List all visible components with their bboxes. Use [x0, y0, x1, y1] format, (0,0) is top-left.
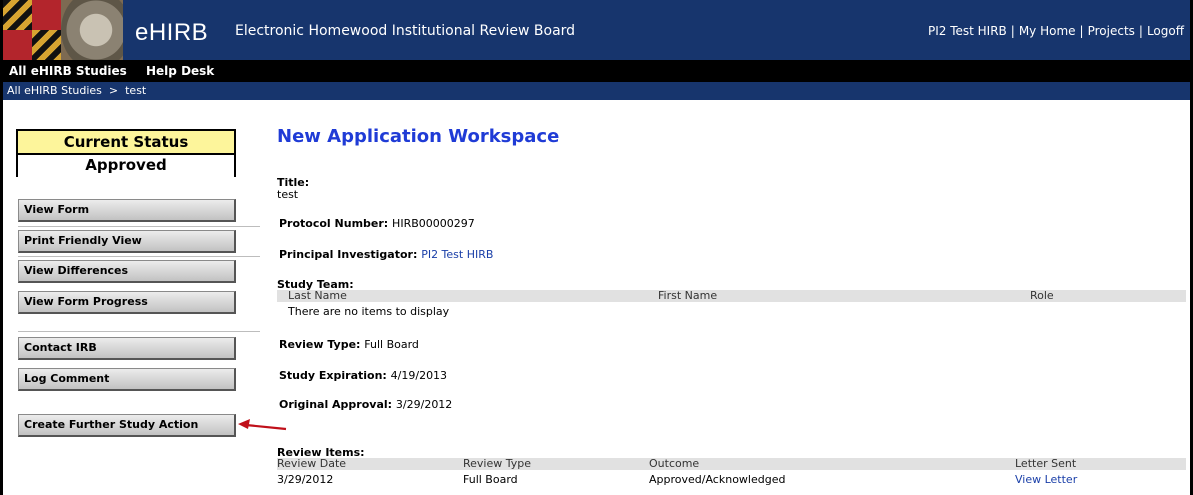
contact-irb-button[interactable]: Contact IRB [18, 337, 236, 360]
print-friendly-view-button[interactable]: Print Friendly View [18, 230, 236, 253]
top-links: PI2 Test HIRB | My Home | Projects | Logoff [927, 24, 1184, 38]
study-expiration-label: Study Expiration: [279, 369, 387, 382]
review-date-cell: 3/29/2012 [277, 473, 334, 486]
review-items-table-header: Review Date Review Type Outcome Letter S… [277, 458, 1186, 470]
review-type-cell: Full Board [463, 473, 518, 486]
col-last-name[interactable]: Last Name [288, 290, 347, 302]
protocol-number-field: Protocol Number: HIRB00000297 [279, 217, 475, 230]
col-outcome[interactable]: Outcome [649, 458, 699, 470]
sidebar-divider [18, 256, 260, 257]
university-logo [3, 0, 123, 60]
sidebar-divider [18, 226, 260, 227]
protocol-value: HIRB00000297 [392, 217, 475, 230]
my-home-link[interactable]: My Home [1019, 24, 1076, 38]
review-type-value: Full Board [364, 338, 419, 351]
logoff-link[interactable]: Logoff [1147, 24, 1184, 38]
study-expiration-value: 4/19/2013 [390, 369, 448, 382]
study-expiration-field: Study Expiration: 4/19/2013 [279, 369, 447, 382]
col-first-name[interactable]: First Name [658, 290, 717, 302]
menu-all-studies[interactable]: All eHIRB Studies [9, 64, 127, 78]
user-link[interactable]: PI2 Test HIRB [928, 24, 1007, 38]
outcome-cell: Approved/Acknowledged [649, 473, 786, 486]
seal-icon [61, 0, 123, 60]
maryland-flag-icon [3, 0, 61, 60]
col-letter-sent[interactable]: Letter Sent [1015, 458, 1076, 470]
log-comment-button[interactable]: Log Comment [18, 368, 236, 391]
create-further-study-action-button[interactable]: Create Further Study Action [18, 414, 236, 437]
pi-link[interactable]: PI2 Test HIRB [421, 248, 493, 261]
header-bar: eHIRB Electronic Homewood Institutional … [3, 0, 1190, 60]
review-type-label: Review Type: [279, 338, 361, 351]
title-value: test [277, 188, 299, 201]
view-differences-button[interactable]: View Differences [18, 260, 236, 283]
col-role[interactable]: Role [1030, 290, 1054, 302]
original-approval-label: Original Approval: [279, 398, 393, 411]
app-subtitle: Electronic Homewood Institutional Review… [235, 23, 576, 39]
original-approval-value: 3/29/2012 [395, 398, 453, 411]
breadcrumb-bar: All eHIRB Studies > test [3, 82, 1190, 100]
sidebar-divider [18, 331, 260, 332]
view-form-button[interactable]: View Form [18, 199, 236, 222]
principal-investigator-field: Principal Investigator: PI2 Test HIRB [279, 248, 493, 261]
breadcrumb[interactable]: All eHIRB Studies > test [7, 84, 146, 97]
projects-link[interactable]: Projects [1088, 24, 1135, 38]
red-arrow-icon [238, 419, 287, 431]
col-review-type[interactable]: Review Type [463, 458, 531, 470]
menu-bar: All eHIRB Studies Help Desk [3, 60, 1190, 82]
current-status-box: Current Status Approved [16, 129, 236, 177]
status-heading: Current Status [18, 131, 234, 155]
pi-label: Principal Investigator: [279, 248, 418, 261]
view-form-progress-button[interactable]: View Form Progress [18, 291, 236, 314]
view-letter-link[interactable]: View Letter [1015, 473, 1077, 486]
col-review-date[interactable]: Review Date [277, 458, 346, 470]
empty-table-message: There are no items to display [288, 305, 450, 318]
app-name: eHIRB [135, 19, 209, 46]
status-value: Approved [18, 155, 234, 177]
page-title: New Application Workspace [277, 126, 560, 147]
protocol-label: Protocol Number: [279, 217, 389, 230]
review-type-field: Review Type: Full Board [279, 338, 419, 351]
original-approval-field: Original Approval: 3/29/2012 [279, 398, 452, 411]
menu-help-desk[interactable]: Help Desk [146, 64, 214, 78]
study-team-table-header: Last Name First Name Role [277, 290, 1186, 302]
